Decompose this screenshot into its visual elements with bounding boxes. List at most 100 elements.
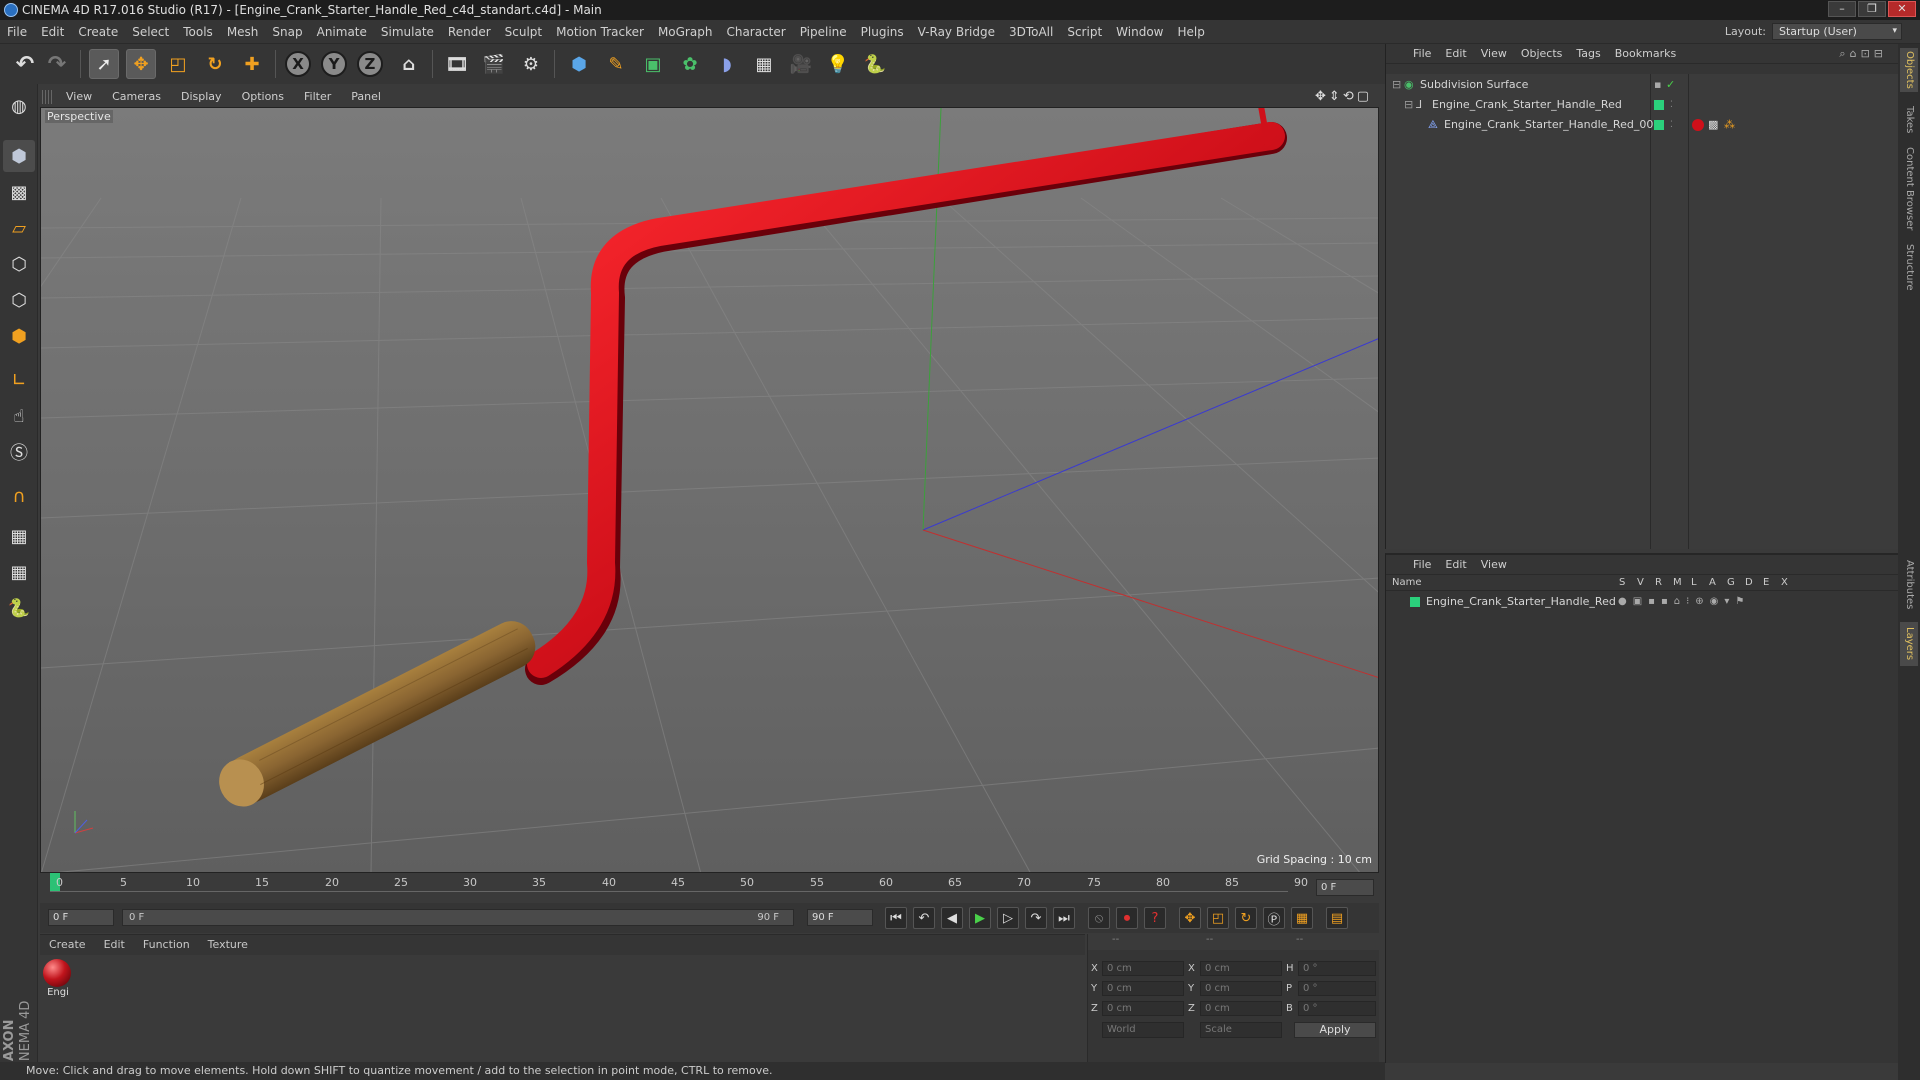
coordinate-space-select[interactable]: World <box>1102 1022 1184 1038</box>
rotate-tool-icon[interactable]: ↻ <box>200 49 230 79</box>
texture-mode-icon[interactable]: ▩ <box>3 176 35 208</box>
key-parameter-icon[interactable]: Ⓟ <box>1263 907 1285 929</box>
go-to-start-icon[interactable]: ⏮ <box>885 907 907 929</box>
objects-menu-objects[interactable]: Objects <box>1514 44 1570 64</box>
size-z-field[interactable]: 0 cm <box>1200 1001 1282 1016</box>
menu-3dtoall[interactable]: 3DToAll <box>1002 20 1060 44</box>
python-icon[interactable]: 🐍 <box>860 49 890 79</box>
current-frame-field[interactable]: 0 F <box>1316 879 1374 896</box>
size-y-field[interactable]: 0 cm <box>1200 981 1282 996</box>
menu-select[interactable]: Select <box>125 20 176 44</box>
key-position-icon[interactable]: ✥ <box>1179 907 1201 929</box>
menu-character[interactable]: Character <box>719 20 792 44</box>
workplane-mode-icon[interactable]: ▱ <box>3 212 35 244</box>
material-menu-create[interactable]: Create <box>40 935 95 955</box>
cube-primitive-icon[interactable]: ⬢ <box>564 49 594 79</box>
viewport-menu-options[interactable]: Options <box>232 88 294 106</box>
light-icon[interactable]: 💡 <box>823 49 853 79</box>
rotation-b-field[interactable]: 0 ° <box>1298 1001 1376 1016</box>
autokeying-icon[interactable]: ? <box>1144 907 1166 929</box>
tab-layers[interactable]: Layers <box>1900 622 1918 666</box>
min-time-field[interactable]: 0 F <box>48 909 114 926</box>
menu-render[interactable]: Render <box>441 20 498 44</box>
object-row[interactable]: ⊟ ⅃ Engine_Crank_Starter_Handle_Red ⁚ <box>1386 96 1899 114</box>
preview-range-slider[interactable]: 0 F 90 F <box>122 909 794 926</box>
render-picture-viewer-icon[interactable]: 🎬 <box>479 49 509 79</box>
layer-flag-icons[interactable]: ●▣▪▪⌂⁝⊕◉▾⚑ <box>1618 593 1750 611</box>
points-mode-icon[interactable]: ⬡ <box>3 248 35 280</box>
record-keys-disabled-icon[interactable]: ⦸ <box>1088 907 1110 929</box>
material-menu-function[interactable]: Function <box>134 935 199 955</box>
material-tag-icon[interactable] <box>1692 119 1704 131</box>
spline-pen-icon[interactable]: ✎ <box>601 49 631 79</box>
layout-select[interactable]: Startup (User) <box>1772 23 1902 40</box>
key-scale-icon[interactable]: ◰ <box>1207 907 1229 929</box>
tab-objects[interactable]: Objects <box>1900 48 1918 92</box>
phong-tag-icon[interactable]: ⁂ <box>1724 116 1735 134</box>
menu-create[interactable]: Create <box>71 20 125 44</box>
menu-simulate[interactable]: Simulate <box>374 20 441 44</box>
next-key-icon[interactable]: ↷ <box>1025 907 1047 929</box>
object-name[interactable]: Subdivision Surface <box>1420 76 1528 94</box>
menu-mograph[interactable]: MoGraph <box>651 20 720 44</box>
object-row[interactable]: ⊟ ◉ Subdivision Surface ▪ ✓ <box>1386 76 1899 94</box>
texture-tag-icon[interactable]: ▩ <box>1708 116 1718 134</box>
layer-color-swatch[interactable] <box>1410 597 1420 607</box>
object-name[interactable]: Engine_Crank_Starter_Handle_Red_001 <box>1444 116 1660 134</box>
rotation-p-field[interactable]: 0 ° <box>1298 981 1376 996</box>
menu-file[interactable]: File <box>0 20 34 44</box>
position-z-field[interactable]: 0 cm <box>1102 1001 1184 1016</box>
viewport-menu-cameras[interactable]: Cameras <box>102 88 171 106</box>
viewport-menu-filter[interactable]: Filter <box>294 88 341 106</box>
make-editable-icon[interactable]: ◍ <box>3 90 35 122</box>
camera-label[interactable]: Perspective <box>45 110 113 123</box>
next-frame-icon[interactable]: ▷ <box>997 907 1019 929</box>
visibility-dots-icon[interactable]: ⁚ <box>1670 96 1673 114</box>
material-menu-texture[interactable]: Texture <box>199 935 257 955</box>
editor-visibility-icon[interactable]: ▪ <box>1654 76 1661 94</box>
apply-button[interactable]: Apply <box>1294 1022 1376 1038</box>
material-menu-edit[interactable]: Edit <box>95 935 134 955</box>
rotation-h-field[interactable]: 0 ° <box>1298 961 1376 976</box>
camera-icon[interactable]: 🎥 <box>786 49 816 79</box>
undo-icon[interactable]: ↶ <box>10 49 40 79</box>
timeline-layout-icon[interactable]: ▤ <box>1326 907 1348 929</box>
position-x-field[interactable]: 0 cm <box>1102 961 1184 976</box>
menu-help[interactable]: Help <box>1170 20 1211 44</box>
magnet-icon[interactable]: ∩ <box>3 480 35 512</box>
previous-frame-icon[interactable]: ◀ <box>941 907 963 929</box>
key-rotation-icon[interactable]: ↻ <box>1235 907 1257 929</box>
position-y-field[interactable]: 0 cm <box>1102 981 1184 996</box>
material-thumbnail[interactable]: Engi <box>43 959 73 1005</box>
layers-menu-view[interactable]: View <box>1474 555 1514 575</box>
move-tool-icon[interactable]: ✥ <box>126 49 156 79</box>
minimize-button[interactable]: – <box>1828 1 1856 17</box>
z-axis-lock-button[interactable]: Z <box>357 51 383 77</box>
close-button[interactable]: ✕ <box>1888 1 1916 17</box>
timeline-ruler[interactable]: 0 5 10 15 20 25 30 35 40 45 50 55 60 65 … <box>40 873 1379 903</box>
objects-menu-file[interactable]: File <box>1406 44 1438 64</box>
record-active-objects-icon[interactable]: ⏺ <box>1116 907 1138 929</box>
menu-snap[interactable]: Snap <box>265 20 309 44</box>
coordinate-system-icon[interactable]: ⌂ <box>394 49 424 79</box>
menu-sculpt[interactable]: Sculpt <box>498 20 549 44</box>
floor-scene-icon[interactable]: ▦ <box>749 49 779 79</box>
objects-menu-edit[interactable]: Edit <box>1438 44 1473 64</box>
objects-menu-bookmarks[interactable]: Bookmarks <box>1608 44 1683 64</box>
subdivision-surface-icon[interactable]: ▣ <box>638 49 668 79</box>
axis-mode-icon[interactable]: ∟ <box>3 364 35 396</box>
collapse-toggle-icon[interactable]: ⊟ <box>1392 76 1401 94</box>
enabled-check-icon[interactable]: ✓ <box>1666 76 1675 94</box>
render-view-icon[interactable]: 🎞 <box>442 49 472 79</box>
menu-mesh[interactable]: Mesh <box>220 20 266 44</box>
grid-snap-icon[interactable]: ▦ <box>3 556 35 588</box>
recent-tool-icon[interactable]: ✚ <box>237 49 267 79</box>
menu-edit[interactable]: Edit <box>34 20 71 44</box>
tab-structure[interactable]: Structure <box>1900 240 1918 294</box>
y-axis-lock-button[interactable]: Y <box>321 51 347 77</box>
tab-takes[interactable]: Takes <box>1900 102 1918 138</box>
menu-animate[interactable]: Animate <box>310 20 374 44</box>
snap-icon[interactable]: Ⓢ <box>3 436 35 468</box>
live-selection-icon[interactable]: ➚ <box>89 49 119 79</box>
edges-mode-icon[interactable]: ⬡ <box>3 284 35 316</box>
